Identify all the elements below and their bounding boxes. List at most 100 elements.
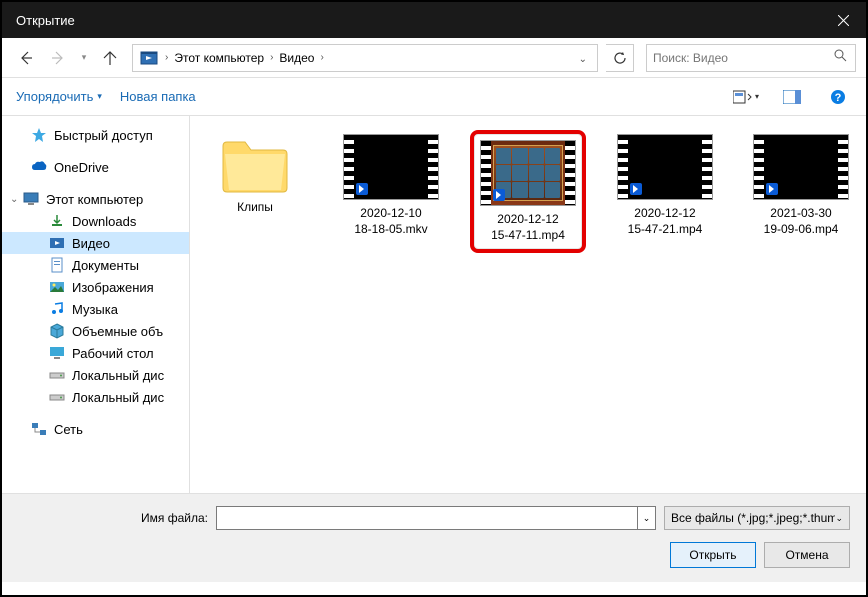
organize-button[interactable]: Упорядочить ▾ [16, 89, 102, 104]
preview-pane-button[interactable] [778, 85, 806, 109]
cloud-icon [30, 158, 48, 176]
sidebar-this-pc[interactable]: ⌄ Этот компьютер [2, 188, 189, 210]
file-label: 2020-12-1215-47-11.mp4 [491, 212, 565, 243]
back-button[interactable] [12, 44, 40, 72]
chevron-down-icon: ▾ [97, 91, 102, 102]
filename-dropdown[interactable]: ⌄ [638, 506, 656, 530]
chevron-right-icon: › [318, 52, 325, 63]
refresh-button[interactable] [606, 44, 634, 72]
search-icon [826, 49, 855, 67]
svg-text:?: ? [835, 92, 842, 104]
drive-icon [48, 388, 66, 406]
toolbar: Упорядочить ▾ Новая папка ▾ ? [2, 78, 866, 116]
new-folder-button[interactable]: Новая папка [120, 89, 196, 104]
video-file-item[interactable]: 2020-12-1018-18-05.mkv [334, 130, 448, 241]
file-label: 2021-03-3019-09-06.mp4 [764, 206, 839, 237]
organize-label: Упорядочить [16, 89, 93, 104]
video-thumbnail [617, 134, 713, 200]
video-file-item[interactable]: 2021-03-3019-09-06.mp4 [744, 130, 858, 241]
tree-label: Документы [72, 258, 139, 273]
sidebar-local-disk-1[interactable]: Локальный дис [2, 364, 189, 386]
cancel-button[interactable]: Отмена [764, 542, 850, 568]
tree-label: Локальный дис [72, 368, 164, 383]
main-area: Быстрый доступ OneDrive ⌄ Этот компьютер… [2, 116, 866, 493]
sidebar-documents[interactable]: Документы [2, 254, 189, 276]
tree-label: Рабочий стол [72, 346, 154, 361]
chevron-down-icon: ▾ [755, 92, 759, 101]
tree-label: Изображения [72, 280, 154, 295]
picture-icon [48, 278, 66, 296]
breadcrumb-root[interactable]: Этот компьютер [170, 51, 268, 65]
sidebar-quick-access[interactable]: Быстрый доступ [2, 124, 189, 146]
video-folder-icon [139, 48, 159, 68]
sidebar-desktop[interactable]: Рабочий стол [2, 342, 189, 364]
chevron-right-icon: › [268, 52, 275, 63]
music-icon [48, 300, 66, 318]
file-label: Клипы [237, 200, 273, 216]
close-button[interactable] [820, 2, 866, 38]
video-icon [48, 234, 66, 252]
sidebar-video[interactable]: Видео [2, 232, 189, 254]
window-title: Открытие [16, 13, 75, 28]
folder-item[interactable]: Клипы [198, 130, 312, 220]
chevron-down-icon: ⌄ [579, 54, 587, 65]
arrow-right-icon [50, 50, 66, 66]
tree-label: OneDrive [54, 160, 109, 175]
tree-label: Объемные объ [72, 324, 163, 339]
chevron-down-icon: ▾ [82, 52, 87, 63]
help-button[interactable]: ? [824, 85, 852, 109]
star-icon [30, 126, 48, 144]
play-badge-icon [630, 183, 642, 195]
chevron-down-icon: ⌄ [643, 513, 651, 524]
sidebar-music[interactable]: Музыка [2, 298, 189, 320]
tree-label: Сеть [54, 422, 83, 437]
preview-pane-icon [783, 90, 801, 104]
sidebar-downloads[interactable]: Downloads [2, 210, 189, 232]
desktop-icon [48, 344, 66, 362]
play-badge-icon [766, 183, 778, 195]
video-thumbnail [480, 140, 576, 206]
breadcrumb-current[interactable]: Видео [275, 51, 318, 65]
play-badge-icon [356, 183, 368, 195]
refresh-icon [613, 51, 627, 65]
tree-label: Локальный дис [72, 390, 164, 405]
open-button[interactable]: Открыть [670, 542, 756, 568]
video-thumbnail [753, 134, 849, 200]
close-icon [838, 15, 849, 26]
up-button[interactable] [96, 44, 124, 72]
search-input[interactable] [647, 51, 826, 65]
monitor-icon [22, 190, 40, 208]
chevron-down-icon: ⌄ [10, 194, 22, 205]
navbar: ▾ › Этот компьютер › Видео › ⌄ [2, 38, 866, 78]
view-options-button[interactable]: ▾ [732, 85, 760, 109]
address-dropdown[interactable]: ⌄ [571, 49, 595, 67]
address-bar[interactable]: › Этот компьютер › Видео › ⌄ [132, 44, 598, 72]
help-icon: ? [830, 89, 846, 105]
video-file-item[interactable]: 2020-12-1215-47-21.mp4 [608, 130, 722, 241]
sidebar-pictures[interactable]: Изображения [2, 276, 189, 298]
sidebar-onedrive[interactable]: OneDrive [2, 156, 189, 178]
filename-input[interactable] [216, 506, 638, 530]
tree-label: Музыка [72, 302, 118, 317]
forward-button[interactable] [44, 44, 72, 72]
file-type-filter[interactable]: Все файлы (*.jpg;*.jpeg;*.thum ⌄ [664, 506, 850, 530]
file-list: Клипы 2020-12-1018-18-05.mkv 2020-12-121… [190, 116, 866, 493]
chevron-down-icon: ⌄ [835, 513, 843, 524]
bottom-panel: Имя файла: ⌄ Все файлы (*.jpg;*.jpeg;*.t… [2, 493, 866, 582]
video-thumbnail [343, 134, 439, 200]
search-box[interactable] [646, 44, 856, 72]
filename-label: Имя файла: [18, 511, 208, 525]
sidebar-local-disk-2[interactable]: Локальный дис [2, 386, 189, 408]
sidebar-3d-objects[interactable]: Объемные объ [2, 320, 189, 342]
arrow-left-icon [18, 50, 34, 66]
folder-icon [219, 134, 291, 194]
document-icon [48, 256, 66, 274]
video-file-item-selected[interactable]: 2020-12-1215-47-11.mp4 [470, 130, 586, 253]
drive-icon [48, 366, 66, 384]
recent-dropdown[interactable]: ▾ [76, 44, 92, 72]
filter-label: Все файлы (*.jpg;*.jpeg;*.thum [671, 511, 835, 525]
sidebar-network[interactable]: Сеть [2, 418, 189, 440]
chevron-right-icon: › [163, 52, 170, 63]
tree-label: Downloads [72, 214, 136, 229]
titlebar: Открытие [2, 2, 866, 38]
